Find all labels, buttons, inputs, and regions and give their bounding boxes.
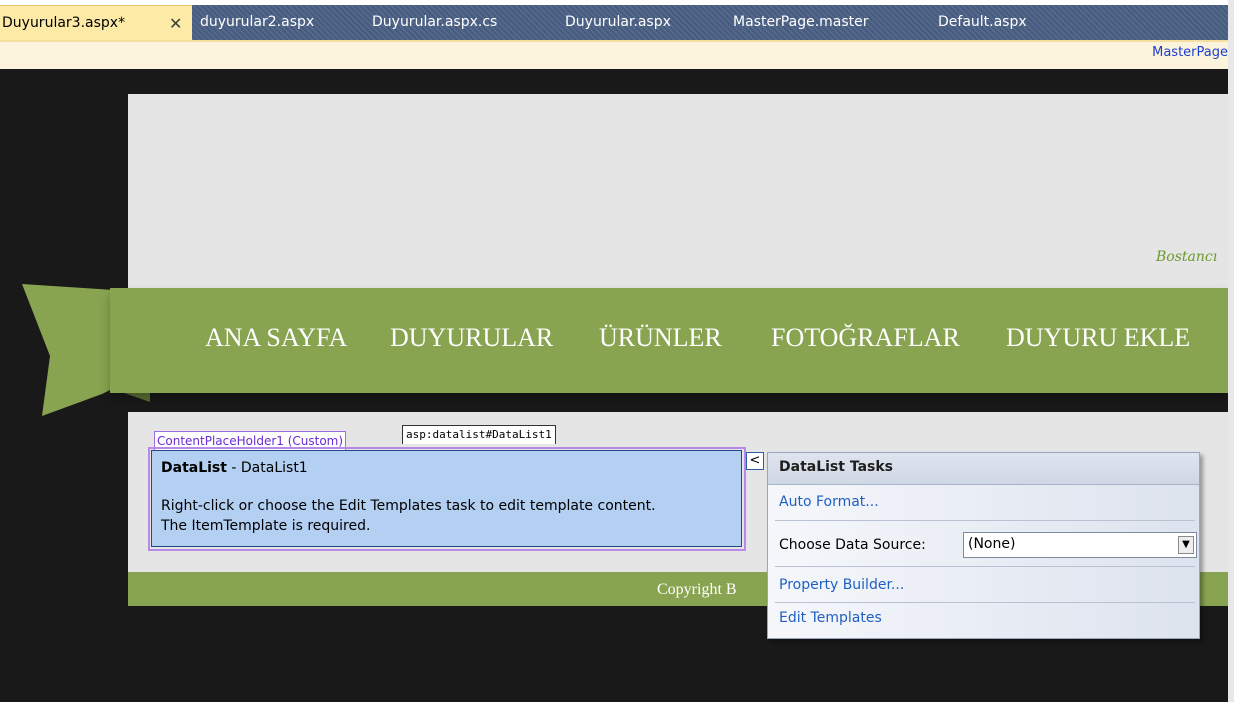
nav-item-duyurular[interactable]: DUYURULAR bbox=[390, 323, 553, 353]
property-builder-link[interactable]: Property Builder... bbox=[779, 577, 904, 593]
document-tab-strip: Duyurular3.aspx* ✕ duyurular2.aspx Duyur… bbox=[0, 5, 1228, 42]
choose-data-source-label: Choose Data Source: bbox=[779, 537, 926, 553]
tab-duyurular-aspx-cs[interactable]: Duyurular.aspx.cs bbox=[372, 5, 497, 40]
nav-item-duyuru-ekle[interactable]: DUYURU EKLE bbox=[1006, 323, 1190, 353]
tab-default-aspx[interactable]: Default.aspx bbox=[938, 5, 1027, 40]
data-source-value: (None) bbox=[968, 536, 1016, 552]
page-header-area bbox=[128, 94, 1228, 289]
datalist-control[interactable]: DataList - DataList1 Right-click or choo… bbox=[151, 450, 742, 547]
data-source-select[interactable]: (None) ▼ bbox=[963, 532, 1197, 558]
separator bbox=[775, 566, 1195, 567]
close-icon[interactable]: ✕ bbox=[169, 6, 182, 41]
nav-item-urunler[interactable]: ÜRÜNLER bbox=[599, 323, 722, 353]
nav-item-fotograflar[interactable]: FOTOĞRAFLAR bbox=[771, 323, 960, 353]
separator bbox=[775, 602, 1195, 603]
tab-label: Duyurular3.aspx* bbox=[2, 15, 126, 31]
tasks-header: DataList Tasks bbox=[768, 453, 1199, 485]
master-page-bar: MasterPage bbox=[0, 40, 1228, 71]
datalist-tasks-panel: DataList Tasks Auto Format... Choose Dat… bbox=[767, 452, 1200, 639]
tab-duyurular2-aspx[interactable]: duyurular2.aspx bbox=[200, 5, 314, 40]
datalist-title: DataList - DataList1 bbox=[161, 460, 308, 476]
edit-templates-link[interactable]: Edit Templates bbox=[779, 610, 882, 626]
tab-duyurular-aspx[interactable]: Duyurular.aspx bbox=[565, 5, 671, 40]
footer-copyright: Copyright B bbox=[657, 581, 737, 598]
auto-format-link[interactable]: Auto Format... bbox=[779, 494, 879, 510]
tasks-title: DataList Tasks bbox=[779, 459, 893, 475]
masterpage-link[interactable]: MasterPage bbox=[1152, 45, 1228, 60]
datalist-message: Right-click or choose the Edit Templates… bbox=[161, 498, 656, 534]
header-slogan: Bostancı bbox=[1156, 249, 1218, 265]
smart-tag-collapse-button[interactable]: < bbox=[746, 452, 764, 470]
tab-duyurular3-aspx[interactable]: Duyurular3.aspx* ✕ bbox=[0, 5, 192, 42]
nav-item-ana-sayfa[interactable]: ANA SAYFA bbox=[205, 323, 347, 353]
tab-masterpage-master[interactable]: MasterPage.master bbox=[733, 5, 869, 40]
datalist-control-tag[interactable]: asp:datalist#DataList1 bbox=[402, 425, 556, 444]
right-gutter bbox=[1228, 0, 1234, 702]
dropdown-arrow-icon[interactable]: ▼ bbox=[1178, 536, 1194, 554]
separator bbox=[775, 520, 1195, 521]
